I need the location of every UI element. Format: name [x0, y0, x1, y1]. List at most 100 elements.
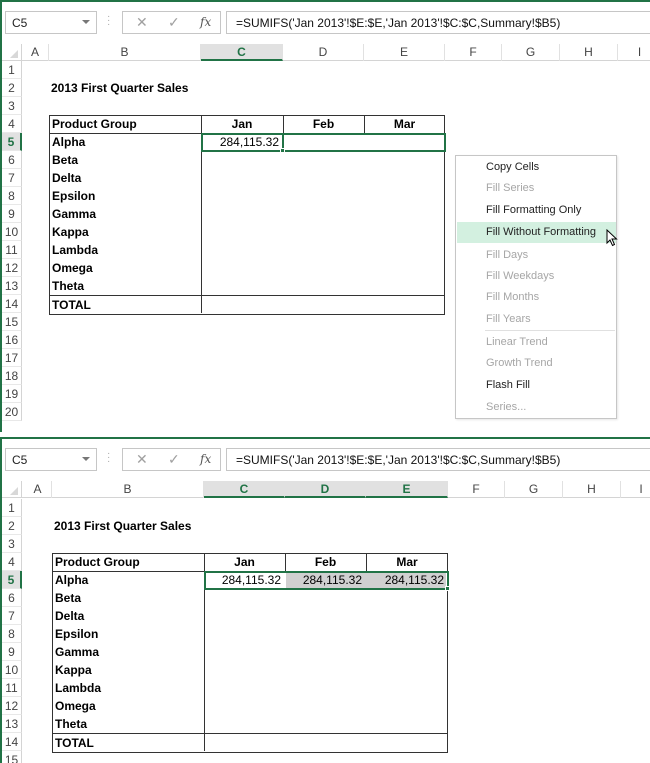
column-header-g[interactable]: G — [502, 44, 560, 61]
column-header-f[interactable]: F — [448, 481, 505, 498]
row-header-7[interactable]: 7 — [2, 607, 22, 625]
menu-item-series[interactable]: Series... — [457, 397, 616, 418]
menu-item-fill-days[interactable]: Fill Days — [457, 245, 616, 266]
column-header-f[interactable]: F — [445, 44, 502, 61]
row-header-2[interactable]: 2 — [2, 79, 22, 97]
select-all-button[interactable] — [2, 481, 22, 498]
row-header-13[interactable]: 13 — [2, 715, 22, 733]
insert-function-icon[interactable]: fx — [200, 452, 211, 466]
row-header-6[interactable]: 6 — [2, 589, 22, 607]
fill-handle[interactable] — [445, 586, 450, 591]
row-header-19[interactable]: 19 — [2, 385, 22, 403]
column-header-i[interactable]: I — [621, 481, 650, 498]
row-header-3[interactable]: 3 — [2, 97, 22, 115]
product-name[interactable]: Alpha — [52, 133, 85, 151]
row-header-8[interactable]: 8 — [2, 625, 22, 643]
column-header-c[interactable]: C — [204, 481, 285, 498]
row-header-9[interactable]: 9 — [2, 205, 22, 223]
row-header-4[interactable]: 4 — [2, 553, 22, 571]
column-header-i[interactable]: I — [618, 44, 650, 61]
product-name[interactable]: Alpha — [55, 571, 88, 589]
row-header-5[interactable]: 5 — [2, 571, 22, 589]
name-box[interactable]: C5 — [5, 11, 97, 34]
row-header-11[interactable]: 11 — [2, 241, 22, 259]
column-header-a[interactable]: A — [22, 44, 49, 61]
row-header-11[interactable]: 11 — [2, 679, 22, 697]
product-name[interactable]: Kappa — [55, 661, 92, 679]
name-box-dropdown-icon[interactable] — [82, 20, 90, 24]
fill-handle[interactable] — [280, 148, 285, 153]
cancel-icon[interactable]: ✕ — [136, 14, 148, 31]
row-header-1[interactable]: 1 — [2, 61, 22, 79]
column-header-d[interactable]: D — [285, 481, 366, 498]
insert-function-icon[interactable]: fx — [200, 15, 211, 29]
menu-item-copy-cells[interactable]: Copy Cells — [457, 157, 616, 178]
product-name[interactable]: Beta — [55, 589, 81, 607]
row-header-15[interactable]: 15 — [2, 313, 22, 331]
row-header-7[interactable]: 7 — [2, 169, 22, 187]
menu-item-fill-formatting-only[interactable]: Fill Formatting Only — [457, 200, 616, 221]
formula-input[interactable]: =SUMIFS('Jan 2013'!$E:$E,'Jan 2013'!$C:$… — [226, 448, 650, 471]
product-name[interactable]: Theta — [52, 277, 84, 295]
row-header-13[interactable]: 13 — [2, 277, 22, 295]
menu-item-growth-trend[interactable]: Growth Trend — [457, 353, 616, 374]
column-header-g[interactable]: G — [505, 481, 563, 498]
column-header-h[interactable]: H — [560, 44, 618, 61]
column-header-h[interactable]: H — [563, 481, 621, 498]
row-header-3[interactable]: 3 — [2, 535, 22, 553]
select-all-button[interactable] — [2, 44, 22, 61]
total-label[interactable]: TOTAL — [52, 296, 91, 314]
row-header-12[interactable]: 12 — [2, 697, 22, 715]
cancel-icon[interactable]: ✕ — [136, 451, 148, 468]
product-name[interactable]: Gamma — [52, 205, 96, 223]
row-header-10[interactable]: 10 — [2, 661, 22, 679]
column-header-c[interactable]: C — [201, 44, 283, 61]
formula-bar-grip-icon[interactable]: · · · — [107, 12, 110, 30]
column-header-a[interactable]: A — [24, 481, 52, 498]
product-name[interactable]: Epsilon — [52, 187, 95, 205]
menu-item-linear-trend[interactable]: Linear Trend — [457, 332, 616, 353]
product-name[interactable]: Theta — [55, 715, 87, 733]
row-header-6[interactable]: 6 — [2, 151, 22, 169]
product-name[interactable]: Omega — [55, 697, 96, 715]
menu-item-fill-months[interactable]: Fill Months — [457, 287, 616, 308]
row-header-17[interactable]: 17 — [2, 349, 22, 367]
formula-bar-grip-icon[interactable]: · · · — [107, 449, 110, 467]
product-name[interactable]: Epsilon — [55, 625, 98, 643]
menu-item-fill-series[interactable]: Fill Series — [457, 178, 616, 199]
row-header-20[interactable]: 20 — [2, 403, 22, 421]
row-header-9[interactable]: 9 — [2, 643, 22, 661]
name-box[interactable]: C5 — [5, 448, 97, 471]
product-name[interactable]: Lambda — [52, 241, 98, 259]
row-header-5[interactable]: 5 — [2, 133, 22, 151]
column-header-b[interactable]: B — [49, 44, 201, 61]
total-label[interactable]: TOTAL — [55, 734, 94, 752]
column-header-d[interactable]: D — [283, 44, 364, 61]
row-header-14[interactable]: 14 — [2, 295, 22, 313]
row-header-4[interactable]: 4 — [2, 115, 22, 133]
formula-input[interactable]: =SUMIFS('Jan 2013'!$E:$E,'Jan 2013'!$C:$… — [226, 11, 650, 34]
product-name[interactable]: Omega — [52, 259, 93, 277]
product-name[interactable]: Delta — [52, 169, 81, 187]
menu-item-flash-fill[interactable]: Flash Fill — [457, 375, 616, 396]
product-name[interactable]: Lambda — [55, 679, 101, 697]
row-header-10[interactable]: 10 — [2, 223, 22, 241]
product-name[interactable]: Beta — [52, 151, 78, 169]
product-name[interactable]: Gamma — [55, 643, 99, 661]
row-header-8[interactable]: 8 — [2, 187, 22, 205]
row-header-1[interactable]: 1 — [2, 499, 22, 517]
column-header-b[interactable]: B — [52, 481, 204, 498]
name-box-dropdown-icon[interactable] — [82, 457, 90, 461]
menu-item-fill-without-formatting[interactable]: Fill Without Formatting — [457, 222, 616, 243]
menu-item-fill-weekdays[interactable]: Fill Weekdays — [457, 266, 616, 287]
row-header-2[interactable]: 2 — [2, 517, 22, 535]
row-header-12[interactable]: 12 — [2, 259, 22, 277]
enter-check-icon[interactable]: ✓ — [168, 451, 180, 468]
enter-check-icon[interactable]: ✓ — [168, 14, 180, 31]
menu-item-fill-years[interactable]: Fill Years — [457, 309, 616, 330]
product-name[interactable]: Kappa — [52, 223, 89, 241]
row-header-14[interactable]: 14 — [2, 733, 22, 751]
row-header-16[interactable]: 16 — [2, 331, 22, 349]
column-header-e[interactable]: E — [366, 481, 448, 498]
row-header-18[interactable]: 18 — [2, 367, 22, 385]
